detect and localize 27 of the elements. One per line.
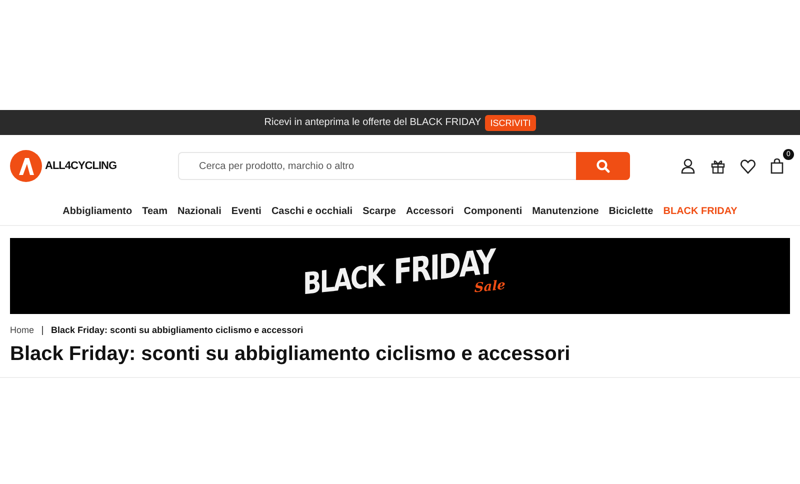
- subscribe-button[interactable]: ISCRIVITI: [485, 114, 536, 130]
- logo-icon[interactable]: [10, 150, 42, 182]
- nav-link[interactable]: Accessori: [406, 206, 454, 216]
- breadcrumb-link[interactable]: Home: [10, 325, 34, 335]
- search-button[interactable]: [576, 152, 630, 180]
- nav-link[interactable]: Scarpe: [362, 206, 396, 216]
- nav-link[interactable]: Manutenzione: [532, 206, 599, 216]
- page-title: Black Friday: sconti su abbigliamento ciclismo e accessori: [10, 343, 572, 367]
- nav-link[interactable]: Caschi e occhiali: [271, 206, 353, 216]
- shopping-bag-icon[interactable]: [770, 158, 784, 174]
- logo-text[interactable]: ALL4CYCLING: [45, 160, 116, 172]
- announcement-text: Ricevi in anteprima le offerte del BLACK FRIDAY: [264, 117, 482, 128]
- nav-link[interactable]: Biciclette: [608, 206, 654, 216]
- account-icon[interactable]: [680, 158, 696, 174]
- nav-link[interactable]: Nazionali: [178, 206, 222, 216]
- promo-banner[interactable]: BLACK FRIDAY Sale: [10, 238, 790, 314]
- nav-link[interactable]: Team: [142, 206, 168, 216]
- banner-title: BLACK: [302, 258, 384, 302]
- search-icon: [596, 159, 610, 173]
- nav-link[interactable]: Abbigliamento: [62, 206, 132, 216]
- nav-link[interactable]: Componenti: [464, 206, 522, 216]
- nav-link[interactable]: BLACK FRIDAY: [663, 206, 738, 216]
- search-field[interactable]: Cerca per prodotto, marchio o altro: [178, 152, 576, 180]
- nav-link[interactable]: Eventi: [231, 206, 262, 216]
- heart-icon[interactable]: [740, 158, 756, 174]
- gift-icon[interactable]: [710, 158, 726, 174]
- breadcrumb-current: Black Friday: sconti su abbigliamento ciclismo e accessori: [51, 325, 304, 335]
